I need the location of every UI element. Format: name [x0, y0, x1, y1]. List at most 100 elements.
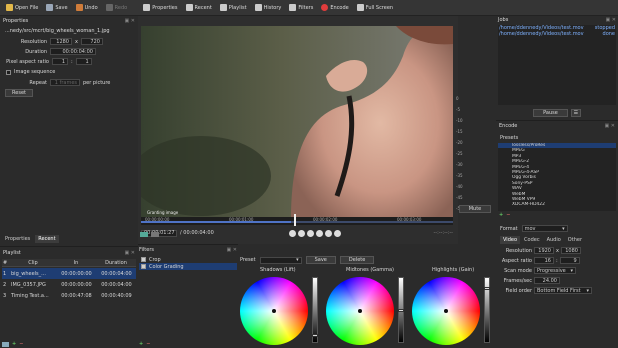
duration-field[interactable]: 00:00:04:00 [50, 48, 96, 55]
table-row[interactable]: 3 Timing Test.a... 00:00:47:08 00:00:40:09 [2, 290, 136, 301]
redo-button[interactable]: Redo [105, 4, 127, 11]
filter-add-icon[interactable]: + [139, 341, 143, 347]
filter-checkbox[interactable] [141, 264, 146, 269]
full-screen-button[interactable]: Full Screen [356, 4, 393, 11]
preset-add-icon[interactable]: + [499, 212, 503, 218]
wheel-center-dot[interactable] [444, 309, 448, 313]
resolution-height-field[interactable]: 720 [80, 38, 103, 45]
properties-button[interactable]: Properties [143, 4, 178, 11]
source-tab-icon[interactable] [140, 232, 148, 237]
playlist-add-icon[interactable]: + [12, 341, 16, 347]
scan-mode-select[interactable]: Progressive ▾ [534, 267, 576, 274]
save-button[interactable]: Save [46, 4, 68, 11]
wheel-level-slider[interactable] [484, 277, 490, 343]
wheel-level-handle[interactable] [312, 333, 318, 337]
wheel-level-slider[interactable] [312, 277, 318, 343]
tab-recent[interactable]: Recent [35, 235, 59, 243]
toolbar-label: History [263, 4, 282, 11]
repeat-field[interactable]: 1 frames [50, 79, 80, 86]
preset-remove-icon[interactable]: − [506, 212, 510, 218]
undo-icon [75, 4, 83, 11]
filter-item[interactable]: Color Grading [139, 263, 237, 270]
tab-audio[interactable]: Audio [544, 236, 564, 244]
filter-item[interactable]: Crop [139, 256, 237, 263]
job-row[interactable]: /home/ddennedy/Videos/test.mov done [498, 31, 616, 37]
encode-res-width[interactable]: 1920 [534, 247, 554, 254]
par-b-field[interactable]: 1 [75, 58, 92, 65]
jobs-menu-icon[interactable]: ☰ [570, 109, 581, 117]
video-frame[interactable]: Granting image [141, 26, 453, 220]
col-in[interactable]: In [56, 260, 96, 266]
color-wheel[interactable] [326, 277, 394, 345]
playlist-button[interactable]: Playlist [219, 4, 247, 11]
resolution-width-field[interactable]: 1280 [50, 38, 72, 45]
recent-button[interactable]: Recent [185, 4, 212, 11]
field-order-select[interactable]: Bottom Field First ▾ [534, 287, 592, 294]
jobs-pause-button[interactable]: Pause [533, 109, 568, 117]
encode-panel-icons[interactable]: ▣ ✕ [604, 123, 615, 129]
mute-button-visual[interactable]: Mute [459, 205, 491, 213]
undo-button[interactable]: Undo [75, 4, 98, 11]
playlist-remove-icon[interactable]: − [19, 341, 23, 347]
playlist-menu-icon[interactable] [2, 341, 9, 347]
encode-aspect-a[interactable]: 16 [534, 257, 554, 264]
reset-button[interactable]: Reset [5, 89, 33, 97]
preset-delete-label: Delete [348, 257, 366, 263]
skip-end-icon[interactable] [325, 229, 332, 237]
encode-aspect-b[interactable]: 9 [559, 257, 580, 264]
color-wheel[interactable] [412, 277, 480, 345]
rewind-icon[interactable] [298, 229, 305, 237]
jobs-panel-icons[interactable]: ▣ ✕ [605, 17, 616, 23]
audio-meter: 0-5-10-15-20-25-30-35-40-45-50 [456, 96, 468, 216]
fps-field[interactable]: 24.00 [534, 277, 560, 284]
fast-forward-icon[interactable] [316, 229, 323, 237]
play-icon[interactable] [307, 229, 314, 237]
cell-clip: IMG_0357.JPG [11, 281, 46, 288]
wheel-center-dot[interactable] [272, 309, 276, 313]
color-wheel[interactable] [240, 277, 308, 345]
encode-icon [321, 4, 329, 11]
par-a-field[interactable]: 1 [52, 58, 68, 65]
col-duration[interactable]: Duration [96, 260, 136, 266]
timeline-playhead[interactable] [293, 214, 296, 226]
panel-float-close-icons[interactable]: ▣ ✕ [124, 18, 135, 24]
wheel-level-handle[interactable] [484, 287, 490, 291]
wheel-label: Midtones (Gamma) [346, 267, 394, 273]
video-image [141, 26, 453, 220]
folder-icon [6, 4, 13, 11]
playlist-panel-icons[interactable]: ▣ ✕ [124, 250, 135, 256]
skip-start-icon[interactable] [289, 229, 296, 237]
col-num[interactable]: # [2, 260, 10, 266]
filter-checkbox[interactable] [141, 257, 146, 262]
preset-delete-button[interactable]: Delete [339, 256, 375, 264]
timeline-progress-track[interactable] [141, 221, 453, 223]
open-file-button[interactable]: Open File [6, 4, 38, 11]
filter-label: Color Grading [149, 263, 184, 270]
recent-icon [185, 4, 193, 11]
table-row[interactable]: 2 IMG_0357.JPG 00:00:00:00 00:00:04:00 [2, 279, 136, 290]
tab-codec[interactable]: Codec [521, 236, 543, 244]
col-clip[interactable]: Clip [10, 260, 56, 266]
table-row[interactable]: 1 big_wheels_... 00:00:00:00 00:00:04:00 [2, 268, 136, 279]
project-tab-icon[interactable] [151, 232, 159, 237]
pause-icon[interactable] [334, 229, 341, 237]
format-select[interactable]: mov ▾ [521, 225, 568, 232]
wheel-level-slider[interactable] [398, 277, 404, 343]
cell-num: 2 [3, 281, 7, 288]
tab-other[interactable]: Other [565, 236, 585, 244]
encode-res-height[interactable]: 1080 [560, 247, 581, 254]
filters-button[interactable]: Filters [289, 4, 313, 11]
field-order-value: Bottom Field First [537, 287, 581, 294]
wheel-level-handle[interactable] [398, 309, 404, 312]
preset-select[interactable]: ▾ [259, 256, 302, 264]
tab-video[interactable]: Video [500, 236, 521, 244]
preset-item[interactable]: XDCAM-HD422 [498, 202, 616, 207]
wheel-center-dot[interactable] [358, 309, 362, 313]
history-button[interactable]: History [254, 4, 282, 11]
preset-save-button[interactable]: Save [305, 256, 336, 264]
image-sequence-checkbox[interactable] [6, 69, 11, 75]
encode-button[interactable]: Encode [321, 4, 349, 11]
filters-panel-icons[interactable]: ▣ ✕ [226, 247, 237, 253]
filter-remove-icon[interactable]: − [146, 341, 150, 347]
tab-properties[interactable]: Properties [2, 235, 33, 243]
